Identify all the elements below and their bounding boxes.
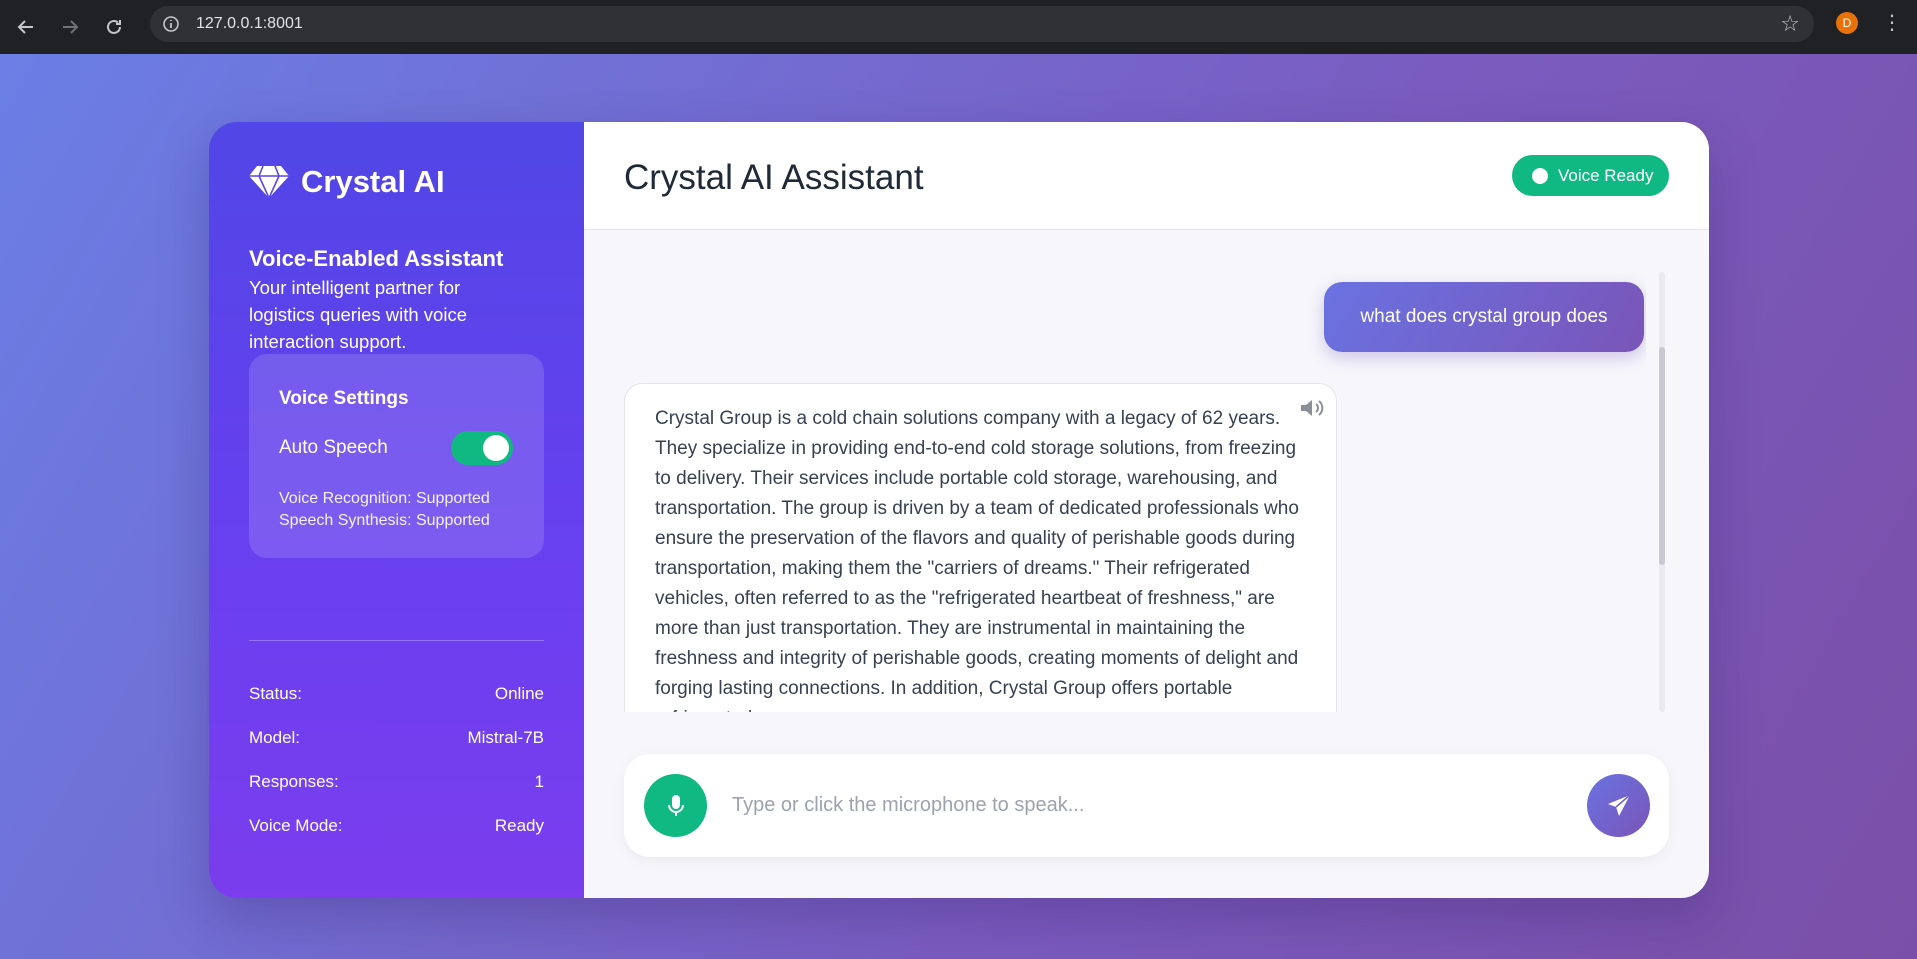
stat-responses: Responses: 1 bbox=[249, 772, 544, 792]
user-message: what does crystal group does bbox=[1324, 282, 1644, 352]
main-header: Crystal AI Assistant Voice Ready bbox=[584, 122, 1709, 230]
diamond-icon bbox=[249, 165, 289, 200]
sidebar: Crystal AI Voice-Enabled Assistant Your … bbox=[209, 122, 584, 898]
auto-speech-toggle[interactable] bbox=[451, 431, 513, 465]
voice-badge-label: Voice Ready bbox=[1558, 165, 1654, 185]
main-panel: Crystal AI Assistant Voice Ready what do… bbox=[584, 122, 1709, 898]
toggle-knob bbox=[483, 435, 509, 461]
tagline-title: Voice-Enabled Assistant bbox=[249, 246, 504, 271]
stat-voice-mode: Voice Mode: Ready bbox=[249, 816, 544, 836]
brand-name: Crystal AI bbox=[301, 164, 445, 199]
voice-status-badge: Voice Ready bbox=[1512, 155, 1669, 196]
speaker-icon[interactable] bbox=[1298, 396, 1326, 420]
message-composer bbox=[624, 754, 1669, 857]
status-dot-icon bbox=[1532, 167, 1548, 184]
forward-icon[interactable] bbox=[48, 5, 92, 49]
bookmark-star-icon[interactable]: ☆ bbox=[1780, 12, 1800, 36]
site-info-icon[interactable] bbox=[160, 13, 182, 35]
tagline-description: Your intelligent partner for logistics q… bbox=[249, 277, 467, 352]
stat-label: Responses: bbox=[249, 772, 339, 791]
voice-support-status: Voice Recognition: Supported Speech Synt… bbox=[279, 488, 490, 532]
microphone-button[interactable] bbox=[644, 774, 707, 837]
sidebar-divider bbox=[249, 640, 544, 641]
recognition-status: Voice Recognition: Supported bbox=[279, 490, 490, 507]
send-icon bbox=[1607, 793, 1630, 816]
stat-label: Voice Mode: bbox=[249, 816, 343, 835]
chat-scrollbar[interactable] bbox=[1659, 272, 1665, 712]
back-icon[interactable] bbox=[4, 5, 48, 49]
synthesis-status: Speech Synthesis: Supported bbox=[279, 512, 490, 529]
stat-value: 1 bbox=[534, 772, 544, 791]
message-input[interactable] bbox=[732, 784, 1572, 826]
stat-value: Ready bbox=[494, 816, 544, 835]
microphone-icon bbox=[667, 794, 684, 816]
brand: Crystal AI bbox=[249, 164, 445, 200]
browser-toolbar: 127.0.0.1:8001 ☆ D ⋮ bbox=[0, 0, 1917, 54]
voice-settings-panel: Voice Settings Auto Speech Voice Recogni… bbox=[249, 354, 544, 558]
url-text: 127.0.0.1:8001 bbox=[196, 15, 303, 32]
stat-status: Status: Online bbox=[249, 684, 544, 704]
page-title: Crystal AI Assistant bbox=[624, 158, 924, 197]
stat-label: Model: bbox=[249, 728, 301, 747]
auto-speech-label: Auto Speech bbox=[279, 437, 388, 458]
voice-settings-title: Voice Settings bbox=[279, 388, 409, 409]
stat-value: Online bbox=[494, 684, 544, 703]
scrollbar-thumb[interactable] bbox=[1659, 347, 1665, 565]
send-button[interactable] bbox=[1587, 774, 1650, 837]
browser-menu-icon[interactable]: ⋮ bbox=[1882, 12, 1902, 34]
address-bar[interactable]: 127.0.0.1:8001 ☆ bbox=[150, 6, 1814, 42]
assistant-message-text: Crystal Group is a cold chain solutions … bbox=[655, 408, 1299, 712]
reload-icon[interactable] bbox=[92, 5, 136, 49]
stat-model: Model: Mistral-7B bbox=[249, 728, 544, 748]
assistant-message: Crystal Group is a cold chain solutions … bbox=[624, 383, 1337, 712]
stat-value: Mistral-7B bbox=[467, 728, 544, 747]
stat-label: Status: bbox=[249, 684, 302, 703]
chat-messages[interactable]: what does crystal group does Crystal Gro… bbox=[624, 268, 1646, 712]
app-card: Crystal AI Voice-Enabled Assistant Your … bbox=[209, 122, 1709, 898]
profile-avatar[interactable]: D bbox=[1836, 12, 1858, 34]
